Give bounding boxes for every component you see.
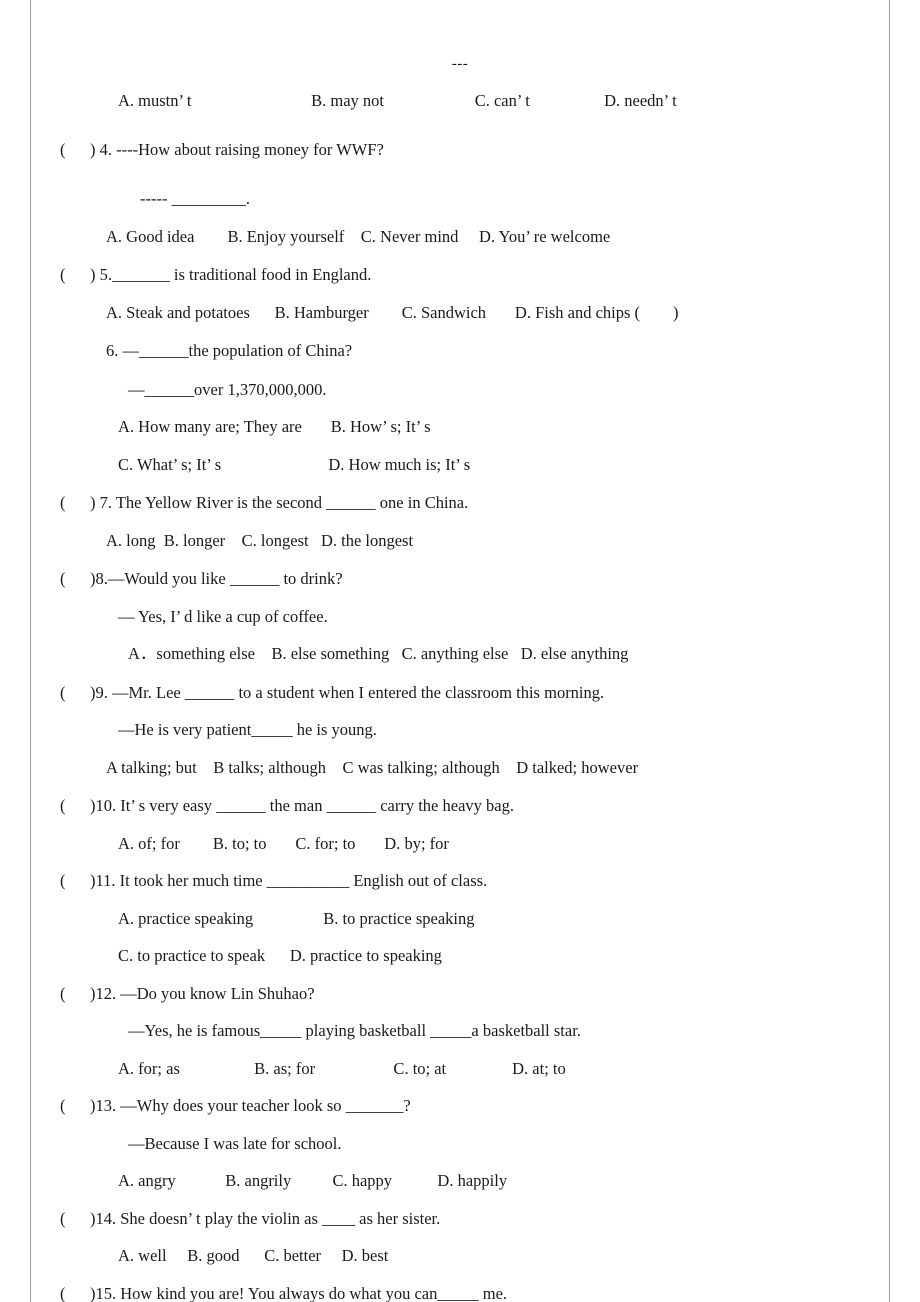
question-6-options-ab: A. How many are; They are B. How’ s; It’…	[118, 417, 431, 436]
worksheet-page: --- A. mustn’ t B. may not C. can’ t D. …	[0, 0, 920, 1302]
question-10-stem: )10. It’ s very easy ______ the man ____…	[90, 796, 514, 815]
question-9-stem-row: ()9. —Mr. Lee ______ to a student when I…	[60, 682, 860, 702]
answer-bracket-14[interactable]: (	[60, 1210, 90, 1228]
question-6-reply: —______over 1,370,000,000.	[128, 379, 327, 399]
question-7-stem: ) 7. The Yellow River is the second ____…	[90, 493, 469, 512]
question-4-stem-row: () 4. ----How about raising money for WW…	[60, 139, 860, 159]
answer-bracket-7[interactable]: (	[60, 494, 90, 512]
question-11-options-cd: C. to practice to speak D. practice to s…	[118, 946, 442, 965]
answer-bracket-13[interactable]: (	[60, 1097, 90, 1115]
question-15-stem-row: ()15. How kind you are! You always do wh…	[60, 1283, 860, 1302]
question-9-stem: )9. —Mr. Lee ______ to a student when I …	[90, 682, 605, 702]
question-14-stem: )14. She doesn’ t play the violin as ___…	[90, 1208, 441, 1228]
question-13-reply: —Because I was late for school.	[128, 1133, 342, 1153]
question-7-options: A. long B. longer C. longest D. the long…	[106, 530, 414, 550]
answer-bracket-12[interactable]: (	[60, 985, 90, 1003]
question-12-stem-row: ()12. —Do you know Lin Shuhao?	[60, 983, 860, 1003]
question-8-stem: )8.—Would you like ______ to drink?	[90, 569, 343, 588]
question-4-stem: ) 4. ----How about raising money for WWF…	[90, 139, 384, 159]
question-5-stem: ) 5._______ is traditional food in Engla…	[90, 265, 372, 284]
question-11-stem: )11. It took her much time __________ En…	[90, 871, 488, 890]
document-content: --- A. mustn’ t B. may not C. can’ t D. …	[60, 0, 860, 1302]
question-4-reply: ----- _________.	[140, 189, 250, 208]
question-10-options: A. of; for B. to; to C. for; to D. by; f…	[118, 833, 449, 853]
page-right-rule	[889, 0, 890, 1302]
question-5-options: A. Steak and potatoes B. Hamburger C. Sa…	[106, 302, 679, 322]
answer-bracket-4[interactable]: (	[60, 141, 90, 159]
question-12-reply: —Yes, he is famous_____ playing basketba…	[128, 1021, 581, 1040]
answer-bracket-8[interactable]: (	[60, 570, 90, 588]
answer-bracket-10[interactable]: (	[60, 797, 90, 815]
question-8-options: A．something else B. else something C. an…	[128, 644, 629, 663]
question-3-options: A. mustn’ t B. may not C. can’ t D. need…	[118, 91, 677, 110]
question-5-stem-row: () 5._______ is traditional food in Engl…	[60, 265, 860, 284]
top-page-marker: ---	[451, 56, 469, 72]
question-11-options-ab: A. practice speaking B. to practice spea…	[118, 908, 475, 928]
question-13-stem-row: ()13. —Why does your teacher look so ___…	[60, 1096, 860, 1115]
question-12-stem: )12. —Do you know Lin Shuhao?	[90, 983, 315, 1003]
question-14-stem-row: ()14. She doesn’ t play the violin as __…	[60, 1208, 860, 1228]
question-6-options-cd: C. What’ s; It’ s D. How much is; It’ s	[118, 454, 471, 474]
question-13-options: A. angry B. angrily C. happy D. happily	[118, 1171, 508, 1190]
question-8-reply: — Yes, I’ d like a cup of coffee.	[118, 606, 328, 626]
question-12-options: A. for; as B. as; for C. to; at D. at; t…	[118, 1058, 566, 1078]
answer-bracket-9[interactable]: (	[60, 684, 90, 702]
answer-bracket-5[interactable]: (	[60, 266, 90, 284]
question-4-options: A. Good idea B. Enjoy yourself C. Never …	[106, 226, 611, 246]
question-14-options: A. well B. good C. better D. best	[118, 1246, 389, 1265]
answer-bracket-15[interactable]: (	[60, 1285, 90, 1302]
answer-bracket-11[interactable]: (	[60, 872, 90, 890]
question-11-stem-row: ()11. It took her much time __________ E…	[60, 871, 860, 890]
page-left-rule	[30, 0, 31, 1302]
question-7-stem-row: () 7. The Yellow River is the second ___…	[60, 493, 860, 512]
question-13-stem: )13. —Why does your teacher look so ____…	[90, 1096, 411, 1115]
question-8-stem-row: ()8.—Would you like ______ to drink?	[60, 569, 860, 588]
question-15-stem: )15. How kind you are! You always do wha…	[90, 1283, 508, 1302]
question-10-stem-row: ()10. It’ s very easy ______ the man ___…	[60, 796, 860, 815]
question-6-stem: 6. —______the population of China?	[106, 341, 353, 360]
question-9-reply: —He is very patient_____ he is young.	[118, 720, 377, 739]
question-9-options: A talking; but B talks; although C was t…	[106, 757, 639, 777]
